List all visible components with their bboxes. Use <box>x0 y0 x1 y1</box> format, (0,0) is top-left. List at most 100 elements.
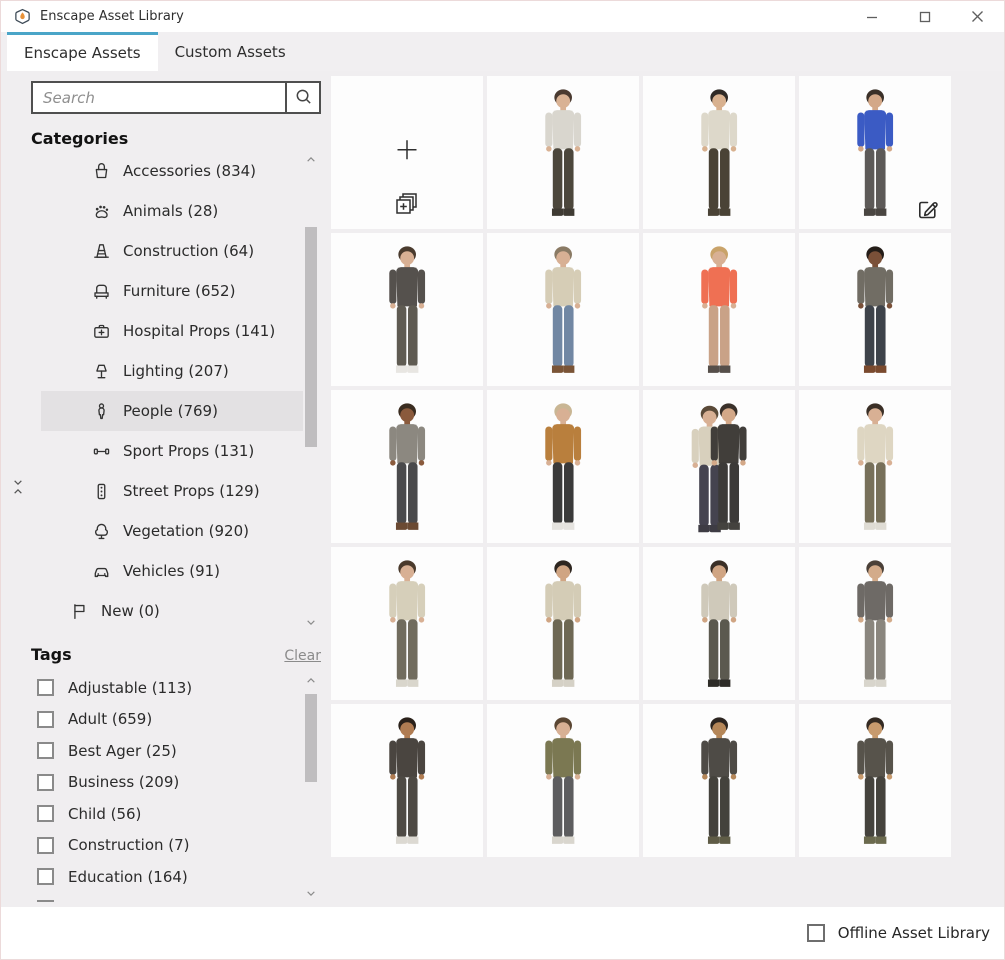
asset-card-man-carrying-jacket-bag[interactable] <box>643 547 795 700</box>
asset-card-man-with-turban-and[interactable] <box>331 704 483 857</box>
category-item-new[interactable]: New (0) <box>41 591 303 631</box>
flag-icon <box>69 601 90 622</box>
enscape-logo-icon <box>14 8 31 25</box>
asset-card-blonde-woman-in-coral[interactable] <box>643 233 795 386</box>
tag-item-construction[interactable]: Construction (7) <box>31 830 321 862</box>
category-item-accessories[interactable]: Accessories (834) <box>41 151 303 191</box>
asset-thumbnail-person <box>525 556 601 700</box>
tag-item-adult[interactable]: Adult (659) <box>31 704 321 736</box>
offline-library-checkbox[interactable] <box>806 924 825 942</box>
scroll-up-icon[interactable] <box>303 153 319 166</box>
window-controls <box>845 2 1004 32</box>
content-area: Categories Accessories (834) Animals (28)… <box>1 71 1004 909</box>
tag-checkbox-construction[interactable] <box>37 836 54 854</box>
tag-label: Construction (7) <box>68 836 190 855</box>
tags-scrollbar[interactable] <box>303 672 319 902</box>
asset-card-bearded-man-in-long[interactable] <box>331 233 483 386</box>
asset-card-man-with-glasses-and[interactable] <box>643 704 795 857</box>
asset-card-man-with-glasses-in[interactable] <box>643 76 795 229</box>
tag-item-adjustable[interactable]: Adjustable (113) <box>31 672 321 704</box>
asset-card-man-in-gray-vest[interactable] <box>799 233 951 386</box>
tag-item-child[interactable]: Child (56) <box>31 798 321 830</box>
tag-checkbox-adult[interactable] <box>37 710 54 728</box>
plus-icon <box>394 136 421 163</box>
scroll-down-icon[interactable] <box>303 887 319 900</box>
tags-panel: Adjustable (113) Adult (659) Best Ager (25… <box>31 672 321 902</box>
asset-thumbnail-person <box>681 713 757 857</box>
tag-checkbox-best-ager[interactable] <box>37 742 54 760</box>
category-item-construction[interactable]: Construction (64) <box>41 231 303 271</box>
asset-card-man-seated-gesturing-with[interactable] <box>331 547 483 700</box>
tag-checkbox-child[interactable] <box>37 805 54 823</box>
tag-label: Best Ager (25) <box>68 741 177 760</box>
search-icon <box>294 87 313 109</box>
tag-item-partial[interactable] <box>31 893 321 902</box>
edit-asset-icon[interactable] <box>915 196 941 222</box>
minimize-button[interactable] <box>845 2 898 32</box>
tags-header: Tags <box>31 645 72 664</box>
category-item-hospital-props[interactable]: Hospital Props (141) <box>41 311 303 351</box>
search-bar <box>31 81 321 114</box>
enscape-asset-library-window: Enscape Asset Library Enscape Assets Cus… <box>0 0 1005 960</box>
categories-panel: Accessories (834) Animals (28) Constructio… <box>31 151 321 631</box>
asset-card-two-people-hugging[interactable] <box>643 390 795 543</box>
close-button[interactable] <box>951 2 1004 32</box>
search-input[interactable] <box>31 81 285 114</box>
category-item-street-props[interactable]: Street Props (129) <box>41 471 303 511</box>
scroll-down-icon[interactable] <box>303 616 319 629</box>
tag-item-education[interactable]: Education (164) <box>31 861 321 893</box>
asset-card-man-with-backpack-in[interactable] <box>487 233 639 386</box>
category-item-lighting[interactable]: Lighting (207) <box>41 351 303 391</box>
dumbbell-icon <box>91 441 112 462</box>
asset-card-man-in-beige-sweater[interactable] <box>487 547 639 700</box>
add-collection-icon[interactable] <box>394 190 420 216</box>
asset-card-man-in-vest-gesturing[interactable] <box>331 390 483 543</box>
asset-thumbnail-person <box>525 242 601 386</box>
category-item-vegetation[interactable]: Vegetation (920) <box>41 511 303 551</box>
tag-checkbox-education[interactable] <box>37 868 54 886</box>
tab-enscape-assets[interactable]: Enscape Assets <box>7 32 158 71</box>
add-asset-cell[interactable] <box>331 76 483 229</box>
asset-card-man-in-light-sweater[interactable] <box>487 76 639 229</box>
tag-checkbox-adjustable[interactable] <box>37 679 54 697</box>
category-item-sport-props[interactable]: Sport Props (131) <box>41 431 303 471</box>
asset-card-man-in-olive-green[interactable] <box>487 704 639 857</box>
asset-thumbnail-person <box>681 242 757 386</box>
category-label: Lighting (207) <box>123 362 229 380</box>
tag-checkbox-partial[interactable] <box>37 899 54 902</box>
window-title: Enscape Asset Library <box>40 9 184 24</box>
categories-scroll-thumb[interactable] <box>305 227 317 447</box>
tag-checkbox-business[interactable] <box>37 773 54 791</box>
asset-card-woman-in-blue-blazer[interactable] <box>799 76 951 229</box>
category-label: Sport Props (131) <box>123 442 255 460</box>
sidebar-collapse-handle[interactable] <box>11 479 25 495</box>
asset-card-large-person-in-camel[interactable] <box>487 390 639 543</box>
tags-scroll-thumb[interactable] <box>305 694 317 782</box>
car-icon <box>91 561 112 582</box>
category-item-animals[interactable]: Animals (28) <box>41 191 303 231</box>
category-item-people[interactable]: People (769) <box>41 391 303 431</box>
categories-scrollbar[interactable] <box>303 151 319 631</box>
category-label: People (769) <box>123 402 218 420</box>
tag-item-business[interactable]: Business (209) <box>31 767 321 799</box>
search-button[interactable] <box>285 81 321 114</box>
asset-thumbnail-person <box>837 556 913 700</box>
asset-card-man-with-beanie-in[interactable] <box>799 704 951 857</box>
tag-item-best-ager[interactable]: Best Ager (25) <box>31 735 321 767</box>
tab-custom-assets[interactable]: Custom Assets <box>158 32 303 71</box>
category-item-furniture[interactable]: Furniture (652) <box>41 271 303 311</box>
category-item-vehicles[interactable]: Vehicles (91) <box>41 551 303 591</box>
maximize-button[interactable] <box>898 2 951 32</box>
asset-thumbnail-person <box>525 85 601 229</box>
scroll-up-icon[interactable] <box>303 674 319 687</box>
asset-card-bearded-man-in-gray[interactable] <box>799 547 951 700</box>
asset-thumbnail-person <box>837 713 913 857</box>
asset-thumbnail-person <box>837 85 913 229</box>
category-label: Street Props (129) <box>123 482 260 500</box>
category-label: Vegetation (920) <box>123 522 249 540</box>
tags-header-row: Tags Clear <box>31 645 321 664</box>
clear-tags-link[interactable]: Clear <box>284 648 321 664</box>
asset-card-man-in-cream-long[interactable] <box>799 390 951 543</box>
tag-label: Business (209) <box>68 773 180 792</box>
category-label: Animals (28) <box>123 202 219 220</box>
